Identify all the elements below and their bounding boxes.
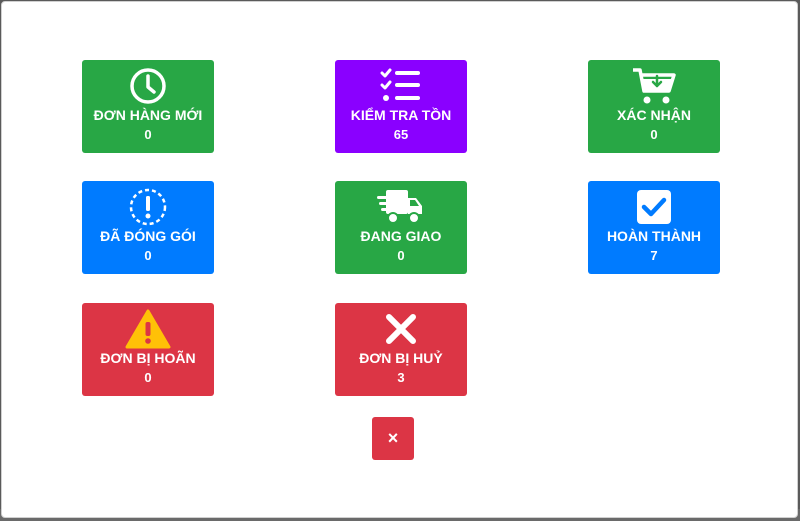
clock-icon bbox=[82, 66, 214, 106]
exclamation-circle-icon bbox=[82, 187, 214, 227]
tile-count: 0 bbox=[144, 370, 152, 385]
tile-label: ĐƠN BỊ HOÃN bbox=[100, 350, 196, 366]
tile-count: 3 bbox=[397, 370, 405, 385]
x-mark-icon bbox=[335, 309, 467, 349]
tile-completed[interactable]: HOÀN THÀNH 7 bbox=[588, 181, 720, 274]
tile-label: KIỂM TRA TỒN bbox=[350, 107, 452, 123]
tile-packed[interactable]: ĐÃ ĐÓNG GÓI 0 bbox=[82, 181, 214, 274]
tile-cancelled[interactable]: ĐƠN BỊ HUỶ 3 bbox=[335, 303, 467, 396]
close-button[interactable]: × bbox=[372, 417, 414, 460]
checklist-icon bbox=[335, 66, 467, 106]
tile-count: 65 bbox=[393, 127, 409, 142]
tile-shipping[interactable]: ĐANG GIAO 0 bbox=[335, 181, 467, 274]
tile-label: ĐANG GIAO bbox=[360, 228, 442, 244]
tile-label: ĐƠN BỊ HUỶ bbox=[359, 350, 443, 366]
tile-new-orders[interactable]: ĐƠN HÀNG MỚI 0 bbox=[82, 60, 214, 153]
tile-stock-check[interactable]: KIỂM TRA TỒN 65 bbox=[335, 60, 467, 153]
close-icon: × bbox=[387, 428, 399, 448]
tile-count: 0 bbox=[397, 248, 405, 263]
checkbox-checked-icon bbox=[588, 187, 720, 227]
cart-download-icon bbox=[588, 66, 720, 106]
tile-count: 0 bbox=[650, 127, 658, 142]
tile-label: ĐÃ ĐÓNG GÓI bbox=[100, 228, 196, 244]
tile-label: XÁC NHẬN bbox=[617, 107, 691, 123]
tile-label: ĐƠN HÀNG MỚI bbox=[93, 107, 203, 123]
tile-label: HOÀN THÀNH bbox=[606, 228, 702, 244]
tile-count: 0 bbox=[144, 248, 152, 263]
delivery-truck-icon bbox=[335, 187, 467, 227]
tile-count: 7 bbox=[650, 248, 658, 263]
tile-count: 0 bbox=[144, 127, 152, 142]
order-status-modal: ĐƠN HÀNG MỚI 0 KIỂM TRA TỒN 65 XÁC NHẬN … bbox=[1, 1, 798, 518]
tile-confirm[interactable]: XÁC NHẬN 0 bbox=[588, 60, 720, 153]
tile-postponed[interactable]: ĐƠN BỊ HOÃN 0 bbox=[82, 303, 214, 396]
warning-triangle-icon bbox=[82, 309, 214, 349]
